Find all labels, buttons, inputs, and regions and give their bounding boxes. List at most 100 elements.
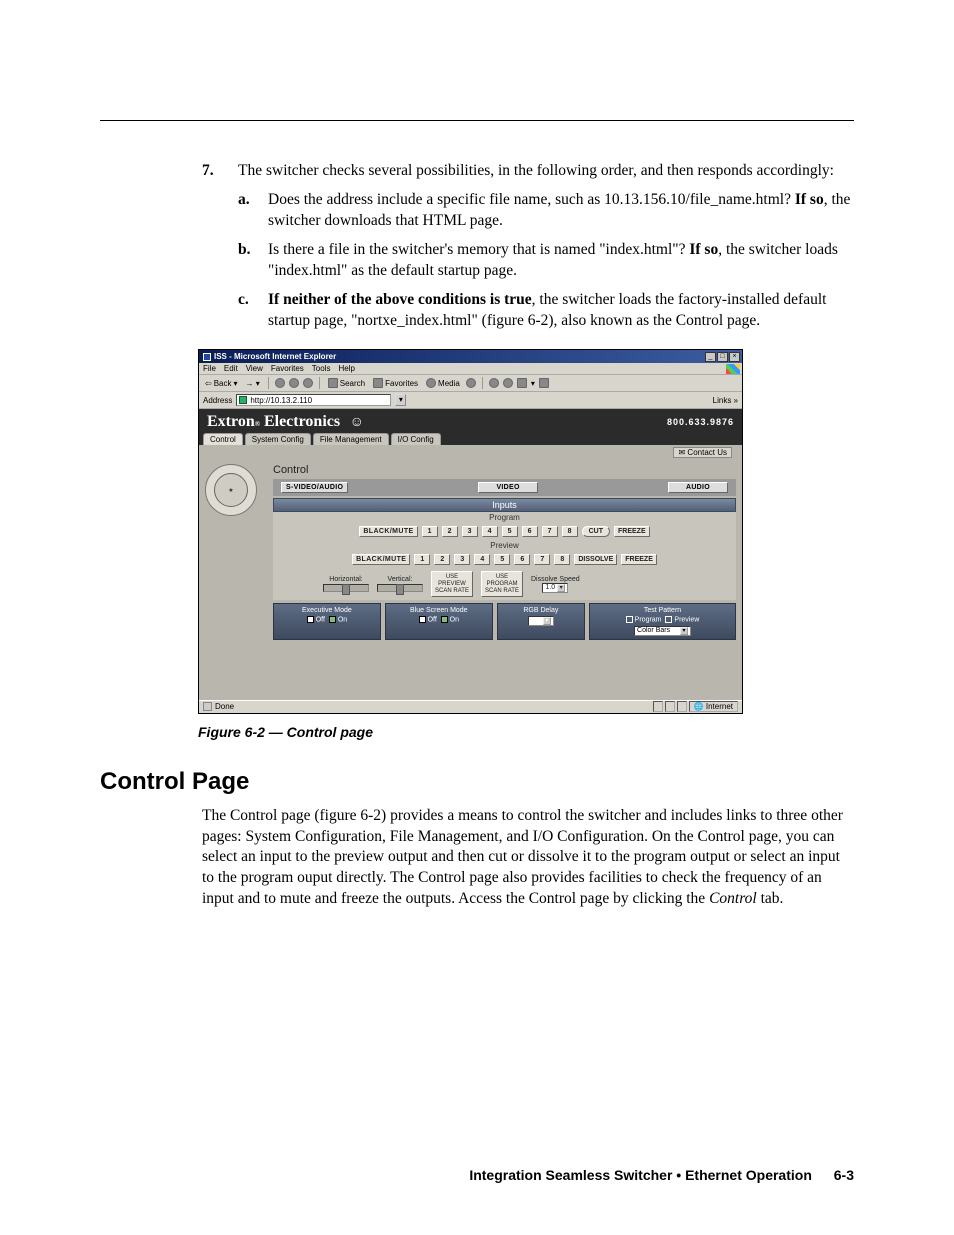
cut-button[interactable]: CUT [582,526,610,537]
media-button[interactable]: Media [424,378,462,388]
blue-on-checkbox[interactable] [441,616,448,623]
minimize-button[interactable]: _ [705,352,716,362]
print-icon[interactable] [503,378,513,388]
windows-logo-icon [726,364,740,374]
edit-icon[interactable] [517,378,527,388]
blue-off-checkbox[interactable] [419,616,426,623]
ie-toolbar: ⇦ Back ▾ → ▾ Search Favorites Media ▾ [199,375,742,392]
exec-off-checkbox[interactable] [307,616,314,623]
executive-mode-label: Executive Mode [278,607,376,614]
menu-favorites[interactable]: Favorites [271,364,304,373]
dissolve-speed-select[interactable]: 1.0▾ [542,583,568,593]
back-button[interactable]: ⇦ Back ▾ [203,379,240,388]
dissolve-button[interactable]: DISSOLVE [574,554,617,565]
footer-title: Integration Seamless Switcher • Ethernet… [469,1167,812,1183]
figure-caption: Figure 6-2 — Control page [198,724,854,740]
program-input-2[interactable]: 2 [442,526,458,537]
page-content: Extron® Electronics ☺ 800.633.9876 Contr… [199,409,742,699]
mail-icon[interactable] [489,378,499,388]
program-input-3[interactable]: 3 [462,526,478,537]
program-row: BLACK/MUTE 1 2 3 4 5 6 7 8 CUT FREEZE [273,523,736,540]
menu-edit[interactable]: Edit [224,364,238,373]
preview-input-3[interactable]: 3 [454,554,470,565]
slider-row: Horizontal: Vertical: USE PREVIEW SCAN R… [273,568,736,600]
preview-black-mute-button[interactable]: BLACK/MUTE [352,554,410,565]
contact-us-link[interactable]: ✉ Contact Us [673,447,732,458]
program-input-4[interactable]: 4 [482,526,498,537]
test-pattern-label: Test Pattern [594,607,731,614]
preview-input-4[interactable]: 4 [474,554,490,565]
menu-help[interactable]: Help [338,364,354,373]
ie-menubar: File Edit View Favorites Tools Help [199,363,742,375]
program-input-7[interactable]: 7 [542,526,558,537]
sublist-a-text1: Does the address include a specific file… [268,191,795,208]
preview-input-7[interactable]: 7 [534,554,550,565]
preview-input-5[interactable]: 5 [494,554,510,565]
tab-io-config[interactable]: I/O Config [391,433,441,445]
menu-view[interactable]: View [246,364,263,373]
horizontal-slider[interactable] [323,584,369,592]
discuss-icon[interactable] [539,378,549,388]
preview-label: Preview [273,540,736,551]
program-input-8[interactable]: 8 [562,526,578,537]
section-heading: Control Page [100,768,854,796]
preview-freeze-button[interactable]: FREEZE [621,554,657,565]
dissolve-speed-label: Dissolve Speed [531,576,580,583]
ie-status-bar: Done 🌐 Internet [199,700,742,713]
svideo-audio-button[interactable]: S-VIDEO/AUDIO [281,482,348,493]
program-freeze-button[interactable]: FREEZE [614,526,650,537]
program-input-1[interactable]: 1 [422,526,438,537]
status-slot [653,701,663,712]
history-icon[interactable] [466,378,476,388]
vertical-label: Vertical: [377,576,423,583]
favorites-button[interactable]: Favorites [371,378,420,388]
menu-tools[interactable]: Tools [312,364,331,373]
exec-on-checkbox[interactable] [329,616,336,623]
rgb-delay-select[interactable]: 0.0▾ [528,616,554,626]
test-pattern-value: Color Bars [637,627,670,634]
test-pattern-select[interactable]: Color Bars ▾ [634,626,691,636]
tab-system-config[interactable]: System Config [245,433,311,445]
page-icon [203,702,212,711]
address-dropdown[interactable]: ▾ [395,394,406,406]
status-zone-label: Internet [706,702,733,711]
tab-file-management[interactable]: File Management [313,433,389,445]
stop-icon[interactable] [275,378,285,388]
sublist-b-text1: Is there a file in the switcher's memory… [268,241,689,258]
sublist-a-bold: If so [795,191,824,208]
video-button[interactable]: VIDEO [478,482,538,493]
audio-button[interactable]: AUDIO [668,482,728,493]
program-input-6[interactable]: 6 [522,526,538,537]
use-preview-scan-button[interactable]: USE PREVIEW SCAN RATE [431,571,473,597]
search-button[interactable]: Search [326,378,367,388]
vertical-slider[interactable] [377,584,423,592]
brand-extron: Extron [207,413,255,430]
forward-button[interactable]: → ▾ [244,379,262,388]
use-program-scan-button[interactable]: USE PROGRAM SCAN RATE [481,571,523,597]
contact-bar: ✉ Contact Us [199,445,742,460]
program-black-mute-button[interactable]: BLACK/MUTE [359,526,417,537]
ie-titlebar: ISS - Microsoft Internet Explorer _ □ × [199,350,742,363]
address-field[interactable]: http://10.13.2.110 [236,394,391,406]
numbered-list: 7. The switcher checks several possibili… [100,161,854,331]
list-7-body: The switcher checks several possibilitie… [238,161,854,182]
preview-input-2[interactable]: 2 [434,554,450,565]
phone-number: 800.633.9876 [667,417,734,427]
dissolve-speed-value: 1.0 [545,584,555,591]
preview-input-1[interactable]: 1 [414,554,430,565]
preview-input-6[interactable]: 6 [514,554,530,565]
tp-preview-radio[interactable] [665,616,672,623]
tp-program-label: Program [635,617,662,624]
program-input-5[interactable]: 5 [502,526,518,537]
tab-control[interactable]: Control [203,433,243,445]
preview-input-8[interactable]: 8 [554,554,570,565]
refresh-icon[interactable] [289,378,299,388]
tp-program-radio[interactable] [626,616,633,623]
close-button[interactable]: × [729,352,740,362]
maximize-button[interactable]: □ [717,352,728,362]
menu-file[interactable]: File [203,364,216,373]
sublist-c-body: If neither of the above conditions is tr… [268,290,854,332]
home-icon[interactable] [303,378,313,388]
figure-screenshot: ISS - Microsoft Internet Explorer _ □ × … [198,349,743,713]
links-label[interactable]: Links » [713,396,738,405]
